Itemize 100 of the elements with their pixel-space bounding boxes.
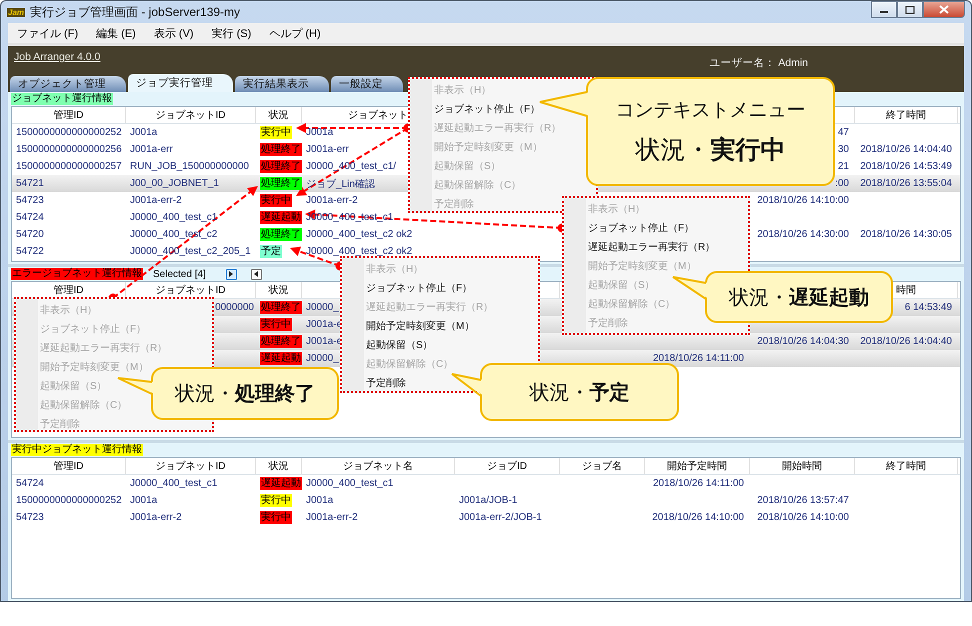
column-header[interactable]: ジョブ名: [582, 459, 622, 473]
arrow-button[interactable]: [250, 268, 262, 280]
arrow-button[interactable]: [226, 268, 237, 280]
table-cell: J001a-err: [130, 144, 173, 155]
tab[interactable]: 一般設定: [331, 76, 403, 92]
table-cell: J001a-err-2: [130, 195, 182, 206]
app-logo: Jam: [7, 8, 26, 16]
left-triangle-icon: [253, 271, 260, 277]
menu-item[interactable]: 起動保留（S）: [366, 336, 433, 355]
table-cell: 54722: [16, 246, 44, 257]
table-cell: :00: [835, 178, 849, 189]
close-button[interactable]: [923, 1, 965, 18]
status-label: 処理終了: [260, 143, 302, 156]
column-header[interactable]: 終了時間: [886, 459, 926, 473]
table-cell: J0000_400_test_c2 ok2: [306, 229, 412, 240]
callout-text: 状況・予定: [530, 380, 630, 406]
column-header[interactable]: 開始時間: [782, 459, 822, 473]
column-header[interactable]: ジョブネットID: [156, 283, 226, 297]
callout-text: コンテキストメニュー: [616, 99, 806, 123]
status-label: 実行中: [260, 318, 292, 331]
table-cell: J001a/JOB-1: [459, 495, 518, 506]
table-cell: 1500000000000000256: [16, 144, 122, 155]
column-header[interactable]: 開始予定時間: [667, 459, 727, 473]
table-cell: 2018/10/26 14:30:05: [860, 229, 952, 240]
table-cell: J001a: [130, 495, 158, 506]
status-label: 予定: [260, 245, 282, 258]
status-label: 処理終了: [260, 335, 302, 348]
table-cell: 2018/10/26 14:11:00: [652, 353, 744, 364]
column-header[interactable]: 状況: [268, 459, 288, 473]
table-cell: J001a: [306, 495, 334, 506]
table-cell: 54724: [16, 212, 44, 223]
tab[interactable]: ジョブ実行管理: [128, 74, 233, 92]
status-label: 遅延起動: [260, 477, 302, 490]
table-cell: J001a-err-2: [306, 195, 358, 206]
menu-item[interactable]: ファイル (F): [8, 26, 88, 40]
menu-item[interactable]: 編集 (E): [87, 26, 145, 40]
table-cell: 2018/10/26 14:10:00: [757, 195, 849, 206]
status-label: 遅延起動: [260, 211, 302, 224]
product-link[interactable]: Job Arranger 4.0.0: [14, 51, 100, 63]
status-label: 実行中: [260, 126, 292, 139]
table-cell: 54723: [16, 512, 44, 523]
status-label: 処理終了: [260, 301, 302, 314]
status-label: 処理終了: [260, 228, 302, 241]
panel-title: ジョブネット運行情報: [11, 93, 113, 105]
column-header[interactable]: ジョブネットID: [156, 459, 226, 473]
table-cell: J0000_: [306, 353, 339, 364]
callout-text: 状況・実行中: [636, 135, 786, 166]
menu-item[interactable]: 開始予定時刻変更（M）: [366, 317, 474, 336]
column-header[interactable]: 管理ID: [54, 283, 84, 297]
status-label: 実行中: [260, 194, 292, 207]
menu-item[interactable]: 表示 (V): [144, 26, 203, 40]
table-cell: J00_00_JOBNET_1: [130, 178, 219, 189]
window-title: 実行ジョブ管理画面 - jobServer139-my: [30, 4, 242, 20]
menu-item[interactable]: 実行 (S): [202, 26, 260, 40]
table-cell: 2018/10/26 14:53:49: [860, 161, 952, 172]
status-label: 実行中: [260, 511, 292, 524]
maximize-icon: [905, 6, 915, 14]
table-cell: 2018/10/26 14:10:00: [757, 512, 849, 523]
column-header[interactable]: 状況: [268, 283, 288, 297]
maximize-button[interactable]: [897, 1, 923, 18]
minimize-button[interactable]: [871, 1, 897, 18]
table-cell: RUN_JOB_150000000000: [130, 161, 249, 172]
menu-item[interactable]: 遅延起動エラー再実行（R）: [588, 238, 716, 257]
table-cell: J001a: [306, 127, 334, 138]
status-label: 遅延起動: [260, 352, 302, 365]
menu-item[interactable]: ジョブネット停止（F）: [588, 219, 694, 238]
table-cell: J001a-err-2/JOB-1: [459, 512, 542, 523]
column-header[interactable]: ジョブネット: [348, 108, 408, 122]
tab[interactable]: オブジェクト管理: [10, 76, 126, 92]
table-cell: 2018/10/26 14:11:00: [652, 478, 744, 489]
status-label: 処理終了: [260, 177, 302, 190]
panel-title: 実行中ジョブネット運行情報: [11, 444, 143, 456]
table-cell: 54723: [16, 195, 44, 206]
column-header[interactable]: 状況: [268, 108, 288, 122]
table-cell: 0000000: [215, 302, 254, 313]
table-cell: J001a: [130, 127, 158, 138]
callout-text: 状況・遅延起動: [729, 286, 869, 310]
table-cell: 2018/10/26 13:57:47: [757, 495, 849, 506]
table-cell: 2018/10/26 13:55:04: [860, 178, 952, 189]
menu-item[interactable]: ジョブネット停止（F）: [366, 279, 472, 298]
tab[interactable]: 実行結果表示: [235, 76, 329, 92]
column-header[interactable]: ジョブネット名: [343, 459, 413, 473]
column-header[interactable]: 管理ID: [54, 459, 84, 473]
table-cell: J0000_400_test_c1: [306, 478, 394, 489]
table-cell: 54724: [16, 478, 44, 489]
column-header[interactable]: ジョブID: [487, 459, 527, 473]
column-header[interactable]: ジョブネットID: [156, 108, 226, 122]
menu-item[interactable]: 予定削除: [366, 374, 406, 393]
column-header[interactable]: 終了時間: [886, 108, 926, 122]
table-cell: J0000_400_test_c2 ok2: [306, 246, 412, 257]
table-cell: J0000_: [306, 302, 339, 313]
table-cell: 2018/10/26 14:10:00: [652, 512, 744, 523]
status-label: 処理終了: [260, 160, 302, 173]
menu-item[interactable]: ヘルプ (H): [260, 26, 330, 40]
table-cell: 2018/10/26 14:04:40: [860, 144, 952, 155]
table-cell: J001a-err-2: [306, 512, 358, 523]
table-cell: 54720: [16, 229, 44, 240]
menu-item[interactable]: ジョブネット停止（F）: [434, 100, 540, 119]
column-header[interactable]: 時間: [896, 283, 916, 297]
column-header[interactable]: 管理ID: [54, 108, 84, 122]
